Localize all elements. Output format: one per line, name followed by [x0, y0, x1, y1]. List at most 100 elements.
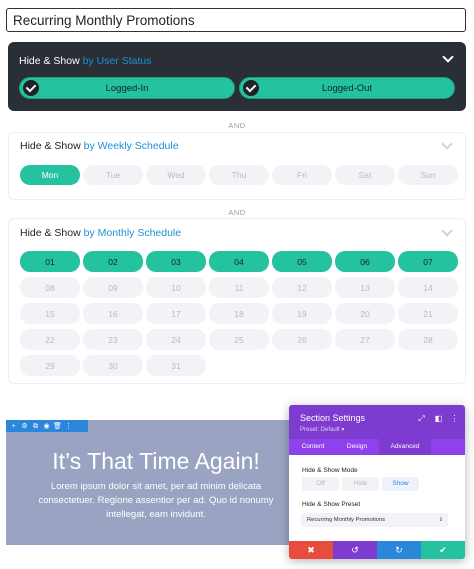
gear-icon[interactable]: ⚙	[20, 422, 29, 431]
more-icon[interactable]: ⋮	[64, 422, 73, 431]
collapse-chevron-icon[interactable]	[441, 138, 453, 150]
preset-select-value: Recurring Monthly Promotions	[307, 517, 385, 523]
cancel-button[interactable]: ✖	[289, 541, 333, 559]
preview-body: Lorem ipsum dolor sit amet, per ad minim…	[38, 481, 274, 520]
save-button[interactable]: ✔	[421, 541, 465, 559]
redo-button[interactable]: ↻	[377, 541, 421, 559]
duplicate-icon[interactable]: ⧉	[31, 422, 40, 431]
date-chip-14[interactable]: 14	[398, 277, 458, 298]
check-icon	[23, 80, 39, 96]
date-chip-01[interactable]: 01	[20, 251, 80, 272]
date-chip-13[interactable]: 13	[335, 277, 395, 298]
status-option-label: Logged-Out	[321, 82, 373, 94]
monthly-title-prefix: Hide & Show	[20, 227, 81, 239]
date-chip-03[interactable]: 03	[146, 251, 206, 272]
date-chip-16[interactable]: 16	[83, 303, 143, 324]
date-chip-11[interactable]: 11	[209, 277, 269, 298]
status-option-logged-in[interactable]: Logged-In	[19, 77, 235, 99]
weekly-schedule-card: Hide & Show by Weekly Schedule Mon Tue Wed…	[8, 132, 466, 200]
date-chip-06[interactable]: 06	[335, 251, 395, 272]
date-chip-31[interactable]: 31	[146, 355, 206, 376]
split-icon[interactable]: ◧	[434, 414, 443, 423]
date-chip-25[interactable]: 25	[209, 329, 269, 350]
status-option-logged-out[interactable]: Logged-Out	[239, 77, 455, 99]
user-status-title-accent: by User Status	[82, 55, 152, 67]
day-chip-sat[interactable]: Sat	[335, 165, 395, 185]
mode-hide-button[interactable]: Hide	[342, 477, 379, 491]
monthly-title-accent: by Monthly Schedule	[83, 227, 182, 239]
panel-tabs: Content Design Advanced	[289, 439, 465, 455]
date-chip-05[interactable]: 05	[272, 251, 332, 272]
eye-icon[interactable]: ◉	[42, 422, 51, 431]
day-chip-wed[interactable]: Wed	[146, 165, 206, 185]
date-chip-26[interactable]: 26	[272, 329, 332, 350]
plus-icon[interactable]: +	[9, 422, 18, 431]
monthly-title: Hide & Show by Monthly Schedule	[20, 227, 181, 239]
date-chip-17[interactable]: 17	[146, 303, 206, 324]
expand-icon[interactable]: ⤢	[417, 414, 426, 424]
weekly-title-accent: by Weekly Schedule	[83, 140, 179, 152]
and-separator: AND	[228, 121, 246, 130]
date-chip-23[interactable]: 23	[83, 329, 143, 350]
status-option-label: Logged-In	[105, 82, 149, 94]
user-status-card: Hide & Show by User Status Logged-In Log…	[8, 42, 466, 111]
date-chip-29[interactable]: 29	[20, 355, 80, 376]
collapse-chevron-icon[interactable]	[441, 225, 453, 237]
check-icon: ✔	[439, 545, 447, 555]
date-chip-19[interactable]: 19	[272, 303, 332, 324]
page: Recurring Monthly Promotions Hide & Show…	[0, 0, 474, 569]
mode-show-button[interactable]: Show	[382, 477, 419, 491]
and-separator: AND	[228, 208, 246, 217]
date-chip-21[interactable]: 21	[398, 303, 458, 324]
weekly-title: Hide & Show by Weekly Schedule	[20, 140, 179, 152]
date-chip-24[interactable]: 24	[146, 329, 206, 350]
date-chip-30[interactable]: 30	[83, 355, 143, 376]
more-icon[interactable]: ⋮	[450, 414, 459, 423]
date-chip-27[interactable]: 27	[335, 329, 395, 350]
date-chip-20[interactable]: 20	[335, 303, 395, 324]
close-icon: ✖	[307, 545, 315, 555]
user-status-title: Hide & Show by User Status	[19, 55, 152, 67]
tab-content[interactable]: Content	[293, 439, 333, 455]
monthly-schedule-card: Hide & Show by Monthly Schedule 01 02 03 04…	[8, 218, 466, 384]
day-chip-mon[interactable]: Mon	[20, 165, 80, 185]
day-chip-fri[interactable]: Fri	[272, 165, 332, 185]
undo-icon: ↺	[351, 545, 359, 555]
day-chip-thu[interactable]: Thu	[209, 165, 269, 185]
tab-advanced[interactable]: Advanced	[379, 439, 431, 455]
select-arrows-icon: ⇕	[438, 517, 443, 523]
preset-name-field[interactable]: Recurring Monthly Promotions	[6, 8, 466, 32]
date-chip-08[interactable]: 08	[20, 277, 80, 298]
date-chip-10[interactable]: 10	[146, 277, 206, 298]
day-chip-tue[interactable]: Tue	[83, 165, 143, 185]
check-icon	[243, 80, 259, 96]
day-chip-sun[interactable]: Sun	[398, 165, 458, 185]
date-chip-07[interactable]: 07	[398, 251, 458, 272]
section-settings-panel: Section Settings Preset: Default ▾ ⤢ ◧ ⋮…	[289, 405, 465, 559]
tab-design[interactable]: Design	[337, 439, 377, 455]
date-chip-15[interactable]: 15	[20, 303, 80, 324]
preview-heading: It’s That Time Again!	[52, 448, 260, 474]
date-chip-12[interactable]: 12	[272, 277, 332, 298]
undo-button[interactable]: ↺	[333, 541, 377, 559]
preset-select[interactable]: Recurring Monthly Promotions ⇕	[301, 513, 448, 527]
weekly-title-prefix: Hide & Show	[20, 140, 81, 152]
date-chip-18[interactable]: 18	[209, 303, 269, 324]
date-chip-02[interactable]: 02	[83, 251, 143, 272]
collapse-chevron-icon[interactable]	[442, 51, 454, 63]
section-preview[interactable]: + ⚙ ⧉ ◉ 🗑 ⋮ It’s That Time Again! Lorem …	[6, 420, 306, 545]
preset-dropdown[interactable]: Preset: Default ▾	[300, 426, 344, 433]
date-chip-22[interactable]: 22	[20, 329, 80, 350]
mode-off-button[interactable]: Off	[302, 477, 339, 491]
mode-label: Hide & Show Mode	[302, 467, 358, 474]
preset-label: Hide & Show Preset	[302, 501, 361, 508]
date-chip-28[interactable]: 28	[398, 329, 458, 350]
section-toolbar: + ⚙ ⧉ ◉ 🗑 ⋮	[6, 420, 88, 432]
date-chip-04[interactable]: 04	[209, 251, 269, 272]
panel-title: Section Settings	[300, 413, 366, 423]
date-chip-09[interactable]: 09	[83, 277, 143, 298]
redo-icon: ↻	[395, 545, 403, 555]
panel-header: Section Settings Preset: Default ▾ ⤢ ◧ ⋮	[289, 405, 465, 439]
user-status-title-prefix: Hide & Show	[19, 55, 80, 67]
trash-icon[interactable]: 🗑	[53, 422, 62, 431]
